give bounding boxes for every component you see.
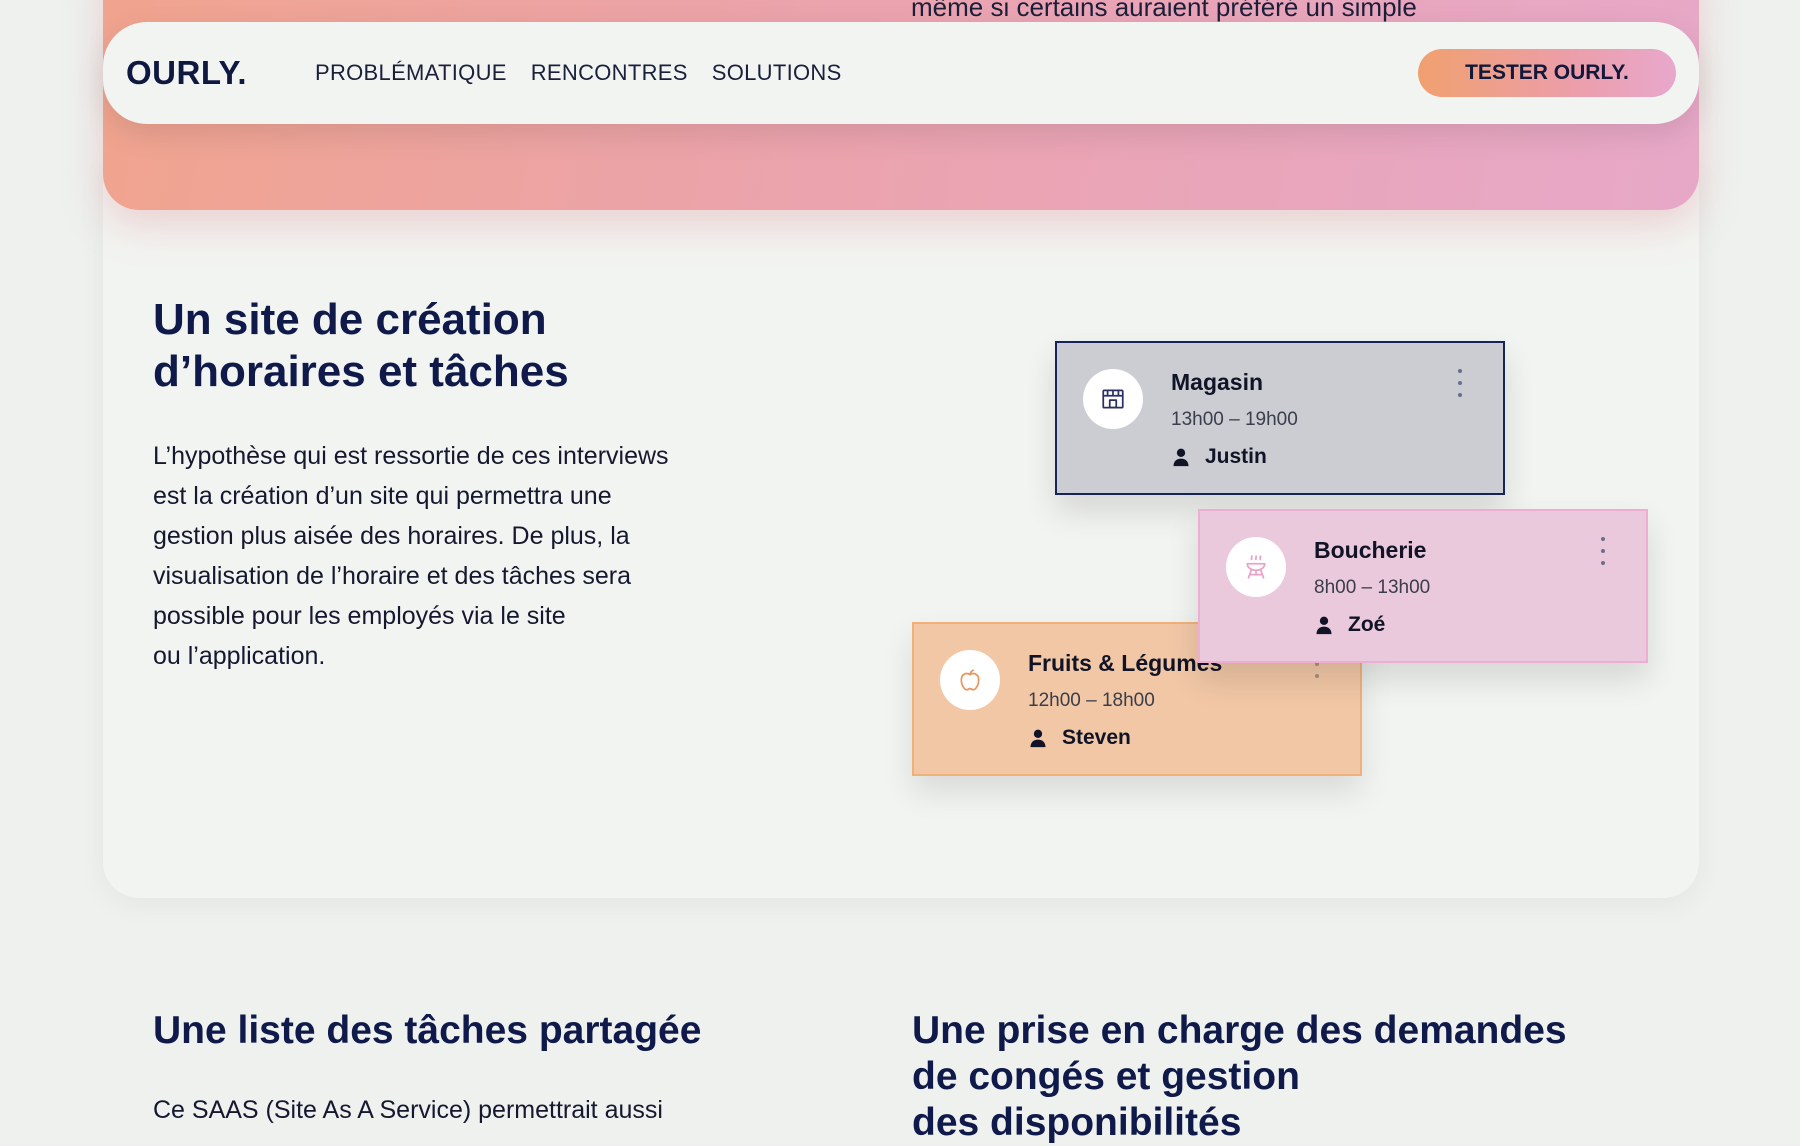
person-icon [1030, 729, 1046, 748]
task-time: 12h00 – 18h00 [1028, 690, 1155, 711]
leave-requests-title-line: Une prise en charge des demandes [912, 1009, 1567, 1052]
tester-ourly-button[interactable]: TESTER OURLY. [1418, 49, 1676, 97]
task-name: Fruits & Légumes [1028, 650, 1223, 676]
feature-title: Un site de création d’horaires et tâches [153, 294, 753, 398]
task-card-magasin[interactable]: Magasin 13h00 – 19h00 Justin [1055, 341, 1505, 495]
store-icon [1083, 369, 1143, 429]
task-assignee: Zoé [1314, 613, 1385, 637]
task-time: 8h00 – 13h00 [1314, 577, 1431, 598]
task-time: 13h00 – 19h00 [1171, 409, 1298, 430]
more-options-icon[interactable] [1598, 537, 1608, 565]
navbar: OURLY. PROBLÉMATIQUE RENCONTRES SOLUTION… [103, 22, 1699, 124]
hero-partial-text: même si certains auraient préféré un sim… [911, 0, 1417, 22]
feature-body: L’hypothèse qui est ressortie de ces int… [153, 436, 773, 676]
shared-tasks-title-text: Une liste des tâches partagée [153, 1009, 702, 1052]
leave-requests-title: Une prise en charge des demandes de cong… [912, 1008, 1567, 1146]
nav-link-problematique[interactable]: PROBLÉMATIQUE [315, 60, 507, 86]
assignee-name: Steven [1062, 726, 1131, 749]
task-name: Magasin [1171, 369, 1264, 395]
shared-tasks-body: Ce SAAS (Site As A Service) permettrait … [153, 1096, 663, 1124]
task-assignee: Justin [1171, 445, 1267, 469]
feature-body-line: est la création d’un site qui permettra … [153, 482, 612, 510]
task-name: Boucherie [1314, 537, 1427, 563]
nav-link-rencontres[interactable]: RENCONTRES [531, 60, 688, 86]
feature-title-line: Un site de création [153, 295, 547, 344]
leave-requests-title-line: des disponibilités [912, 1101, 1242, 1144]
nav-links: PROBLÉMATIQUE RENCONTRES SOLUTIONS [315, 60, 842, 86]
nav-link-solutions[interactable]: SOLUTIONS [712, 60, 842, 86]
feature-body-line: ou l’application. [153, 642, 326, 670]
more-options-icon[interactable] [1455, 369, 1465, 397]
task-assignee: Steven [1028, 726, 1131, 750]
person-icon [1173, 448, 1189, 467]
assignee-name: Justin [1205, 445, 1267, 468]
grill-icon [1226, 537, 1286, 597]
leave-requests-title-line: de congés et gestion [912, 1055, 1300, 1098]
person-icon [1316, 616, 1332, 635]
shared-tasks-title: Une liste des tâches partagée [153, 1008, 701, 1054]
assignee-name: Zoé [1348, 613, 1386, 636]
apple-icon [940, 650, 1000, 710]
feature-body-line: possible pour les employés via le site [153, 602, 566, 630]
task-card-boucherie[interactable]: Boucherie 8h00 – 13h00 Zoé [1198, 509, 1648, 663]
feature-title-line: d’horaires et tâches [153, 347, 569, 396]
feature-body-line: L’hypothèse qui est ressortie de ces int… [153, 442, 669, 470]
feature-body-line: gestion plus aisée des horaires. De plus… [153, 522, 630, 550]
feature-body-line: visualisation de l’horaire et des tâches… [153, 562, 632, 590]
logo[interactable]: OURLY. [126, 54, 247, 92]
